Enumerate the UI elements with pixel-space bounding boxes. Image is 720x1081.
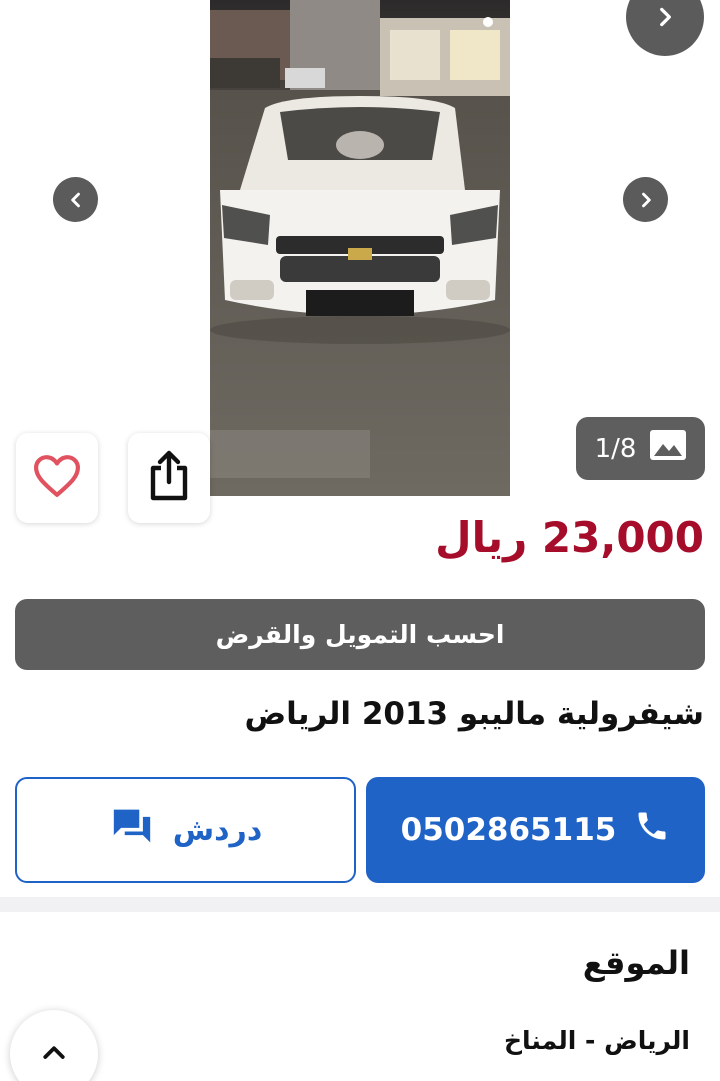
- previous-image-button[interactable]: [53, 177, 98, 222]
- share-icon: [149, 450, 189, 506]
- listing-title: شيفرولية ماليبو 2013 الرياض: [244, 696, 704, 732]
- share-button[interactable]: [128, 433, 210, 523]
- finance-calculator-button[interactable]: احسب التمويل والقرض: [15, 599, 705, 670]
- image-counter-text: 1/8: [594, 433, 637, 464]
- phone-number: 0502865115: [400, 812, 617, 848]
- image-icon: [650, 430, 687, 467]
- chevron-right-icon: [652, 4, 678, 30]
- favorite-button[interactable]: [16, 433, 98, 523]
- scroll-to-top-button[interactable]: [10, 1010, 98, 1081]
- heart-icon: [31, 453, 83, 503]
- chat-button[interactable]: دردش: [15, 777, 356, 883]
- chat-icon: [109, 806, 155, 854]
- chevron-left-icon: [66, 190, 86, 210]
- chat-label: دردش: [172, 812, 263, 848]
- listing-price: 23,000 ريال: [435, 513, 704, 562]
- listing-page: 1/8 23,000 ريال احسب التمويل والقرض شيفر…: [0, 0, 720, 1081]
- chevron-right-icon: [636, 190, 656, 210]
- location-heading: الموقع: [582, 944, 690, 982]
- section-divider: [0, 897, 720, 912]
- phone-icon: [634, 808, 670, 852]
- chevron-up-icon: [39, 1037, 69, 1071]
- call-button[interactable]: 0502865115: [366, 777, 705, 883]
- finance-calculator-label: احسب التمويل والقرض: [215, 620, 505, 649]
- listing-photo[interactable]: [210, 0, 510, 496]
- next-image-button-secondary[interactable]: [623, 177, 668, 222]
- location-value: الرياض - المناخ: [503, 1026, 690, 1055]
- image-counter[interactable]: 1/8: [576, 417, 705, 480]
- image-gallery[interactable]: 1/8: [0, 0, 720, 523]
- next-image-button[interactable]: [626, 0, 704, 56]
